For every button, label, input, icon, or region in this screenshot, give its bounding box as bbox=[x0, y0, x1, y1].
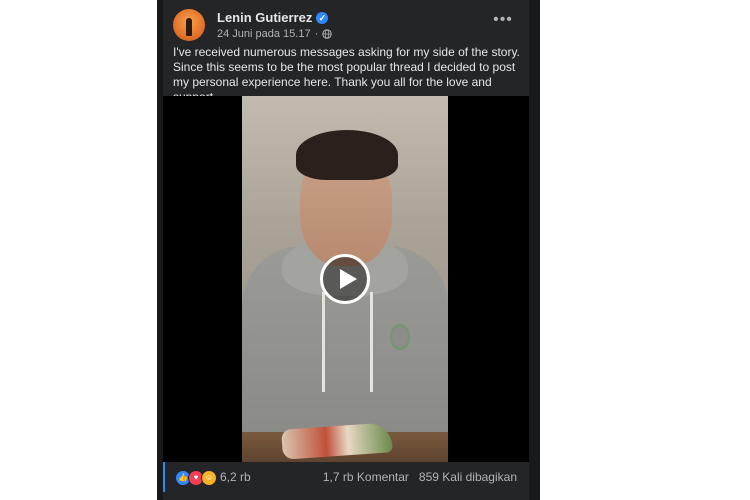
share-count[interactable]: 859 Kali dibagikan bbox=[419, 470, 517, 484]
play-button[interactable] bbox=[320, 254, 370, 304]
care-icon: ☺ bbox=[201, 470, 217, 486]
verified-badge-icon: ✓ bbox=[316, 11, 329, 24]
thumbnail-drawstring bbox=[370, 292, 373, 392]
reaction-icons[interactable]: 👍 ♥ ☺ bbox=[175, 470, 217, 486]
post-stats: 1,7 rb Komentar 859 Kali dibagikan bbox=[323, 470, 517, 484]
author-name[interactable]: Lenin Gutierrez bbox=[217, 10, 312, 25]
thumbnail-hair bbox=[296, 130, 398, 180]
avatar[interactable] bbox=[173, 9, 205, 41]
post-card: Lenin Gutierrez ✓ 24 Juni pada 15.17 · •… bbox=[163, 0, 529, 500]
author-row: Lenin Gutierrez ✓ bbox=[217, 10, 329, 25]
play-icon bbox=[340, 269, 357, 289]
more-horizontal-icon: ••• bbox=[493, 11, 513, 28]
thumbnail-drawstring bbox=[322, 292, 325, 392]
meta-separator: · bbox=[314, 28, 319, 40]
globe-icon[interactable] bbox=[322, 29, 332, 39]
avatar-figure bbox=[186, 18, 192, 36]
post-footer: 👍 ♥ ☺ 6,2 rb 1,7 rb Komentar 859 Kali di… bbox=[163, 462, 529, 492]
comment-count[interactable]: 1,7 rb Komentar bbox=[323, 470, 409, 484]
focus-indicator bbox=[163, 462, 165, 492]
post-meta: 24 Juni pada 15.17 · bbox=[217, 28, 332, 40]
thumbnail-logo bbox=[390, 324, 410, 350]
post-header: Lenin Gutierrez ✓ 24 Juni pada 15.17 · •… bbox=[173, 8, 519, 42]
post-timestamp[interactable]: 24 Juni pada 15.17 bbox=[217, 28, 311, 40]
video-player[interactable] bbox=[163, 96, 529, 462]
more-options-button[interactable]: ••• bbox=[493, 12, 513, 32]
reaction-count[interactable]: 6,2 rb bbox=[220, 470, 251, 484]
